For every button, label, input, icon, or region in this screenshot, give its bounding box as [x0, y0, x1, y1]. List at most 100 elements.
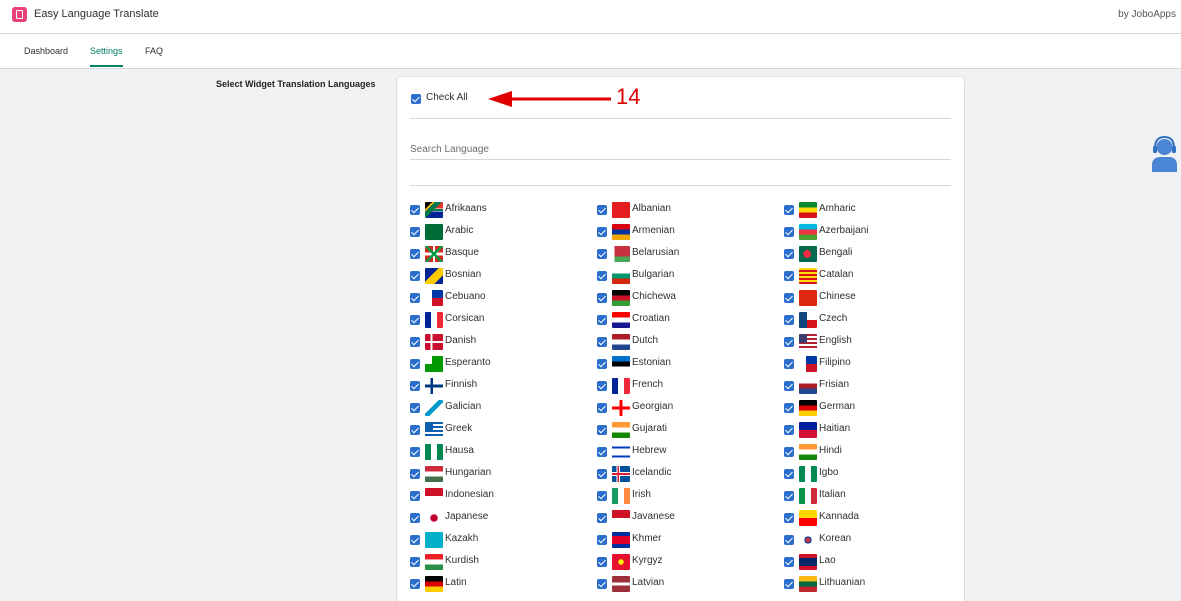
language-label: Amharic — [819, 203, 856, 214]
tab-settings[interactable]: Settings — [90, 46, 123, 67]
language-checkbox-icelandic[interactable] — [597, 469, 607, 479]
language-checkbox-arabic[interactable] — [410, 227, 420, 237]
language-checkbox-igbo[interactable] — [784, 469, 794, 479]
language-checkbox-gujarati[interactable] — [597, 425, 607, 435]
language-checkbox-czech[interactable] — [784, 315, 794, 325]
language-checkbox-bosnian[interactable] — [410, 271, 420, 281]
language-label: Chinese — [819, 291, 856, 302]
language-label: English — [819, 335, 852, 346]
language-label: Khmer — [632, 533, 662, 544]
language-checkbox-dutch[interactable] — [597, 337, 607, 347]
language-checkbox-catalan[interactable] — [784, 271, 794, 281]
language-checkbox-latin[interactable] — [410, 579, 420, 589]
language-checkbox-cebuano[interactable] — [410, 293, 420, 303]
language-checkbox-corsican[interactable] — [410, 315, 420, 325]
language-checkbox-esperanto[interactable] — [410, 359, 420, 369]
language-checkbox-albanian[interactable] — [597, 205, 607, 215]
afrikaans-flag-icon — [425, 202, 443, 218]
language-label: Afrikaans — [445, 203, 487, 214]
language-checkbox-afrikaans[interactable] — [410, 205, 420, 215]
lao-flag-icon — [799, 554, 817, 570]
language-checkbox-french[interactable] — [597, 381, 607, 391]
search-language-input[interactable] — [410, 139, 951, 159]
language-label: Czech — [819, 313, 848, 324]
language-label: Cebuano — [445, 291, 486, 302]
tab-faq[interactable]: FAQ — [145, 46, 163, 65]
esperanto-flag-icon — [425, 356, 443, 372]
language-checkbox-irish[interactable] — [597, 491, 607, 501]
language-checkbox-greek[interactable] — [410, 425, 420, 435]
language-label: Irish — [632, 489, 651, 500]
divider — [410, 159, 951, 160]
latin-flag-icon — [425, 576, 443, 592]
language-checkbox-frisian[interactable] — [784, 381, 794, 391]
check-all-checkbox[interactable] — [411, 94, 421, 104]
language-checkbox-korean[interactable] — [784, 535, 794, 545]
gujarati-flag-icon — [612, 422, 630, 438]
language-checkbox-georgian[interactable] — [597, 403, 607, 413]
section-label: Select Widget Translation Languages — [216, 79, 376, 89]
hungarian-flag-icon — [425, 466, 443, 482]
language-checkbox-bengali[interactable] — [784, 249, 794, 259]
language-checkbox-italian[interactable] — [784, 491, 794, 501]
language-checkbox-belarusian[interactable] — [597, 249, 607, 259]
language-checkbox-latvian[interactable] — [597, 579, 607, 589]
tab-dashboard[interactable]: Dashboard — [24, 46, 68, 65]
language-checkbox-kurdish[interactable] — [410, 557, 420, 567]
language-checkbox-japanese[interactable] — [410, 513, 420, 523]
language-checkbox-armenian[interactable] — [597, 227, 607, 237]
kyrgyz-flag-icon — [612, 554, 630, 570]
language-checkbox-estonian[interactable] — [597, 359, 607, 369]
language-label: Hausa — [445, 445, 474, 456]
language-checkbox-amharic[interactable] — [784, 205, 794, 215]
language-checkbox-english[interactable] — [784, 337, 794, 347]
language-label: Hebrew — [632, 445, 667, 456]
language-checkbox-haitian[interactable] — [784, 425, 794, 435]
language-label: Gujarati — [632, 423, 668, 434]
language-checkbox-khmer[interactable] — [597, 535, 607, 545]
estonian-flag-icon — [612, 356, 630, 372]
language-label: Igbo — [819, 467, 839, 478]
language-label: Haitian — [819, 423, 851, 434]
language-label: Filipino — [819, 357, 851, 368]
language-checkbox-filipino[interactable] — [784, 359, 794, 369]
language-label: Kurdish — [445, 555, 479, 566]
language-label: German — [819, 401, 856, 412]
divider — [410, 118, 951, 119]
language-checkbox-danish[interactable] — [410, 337, 420, 347]
language-checkbox-basque[interactable] — [410, 249, 420, 259]
language-checkbox-kyrgyz[interactable] — [597, 557, 607, 567]
language-checkbox-hindi[interactable] — [784, 447, 794, 457]
check-all-label[interactable]: Check All — [426, 92, 468, 103]
language-checkbox-kazakh[interactable] — [410, 535, 420, 545]
language-checkbox-lao[interactable] — [784, 557, 794, 567]
khmer-flag-icon — [612, 532, 630, 548]
language-checkbox-hebrew[interactable] — [597, 447, 607, 457]
language-checkbox-german[interactable] — [784, 403, 794, 413]
support-agent-icon[interactable] — [1148, 134, 1181, 172]
divider — [410, 185, 951, 186]
language-label: Catalan — [819, 269, 854, 280]
language-checkbox-lithuanian[interactable] — [784, 579, 794, 589]
language-checkbox-kannada[interactable] — [784, 513, 794, 523]
language-checkbox-galician[interactable] — [410, 403, 420, 413]
language-label: Bosnian — [445, 269, 482, 280]
english-flag-icon — [799, 334, 817, 350]
language-label: Javanese — [632, 511, 675, 522]
language-checkbox-finnish[interactable] — [410, 381, 420, 391]
language-label: Lithuanian — [819, 577, 866, 588]
top-bar: Easy Language Translate by JoboApps — [0, 0, 1181, 34]
kurdish-flag-icon — [425, 554, 443, 570]
language-checkbox-croatian[interactable] — [597, 315, 607, 325]
language-checkbox-hungarian[interactable] — [410, 469, 420, 479]
language-checkbox-bulgarian[interactable] — [597, 271, 607, 281]
app-logo-icon — [12, 7, 27, 22]
language-checkbox-chichewa[interactable] — [597, 293, 607, 303]
language-checkbox-azerbaijani[interactable] — [784, 227, 794, 237]
language-checkbox-indonesian[interactable] — [410, 491, 420, 501]
nav-tabs: Dashboard Settings FAQ — [0, 34, 1181, 69]
language-label: Indonesian — [445, 489, 494, 500]
language-checkbox-chinese[interactable] — [784, 293, 794, 303]
language-checkbox-javanese[interactable] — [597, 513, 607, 523]
language-checkbox-hausa[interactable] — [410, 447, 420, 457]
